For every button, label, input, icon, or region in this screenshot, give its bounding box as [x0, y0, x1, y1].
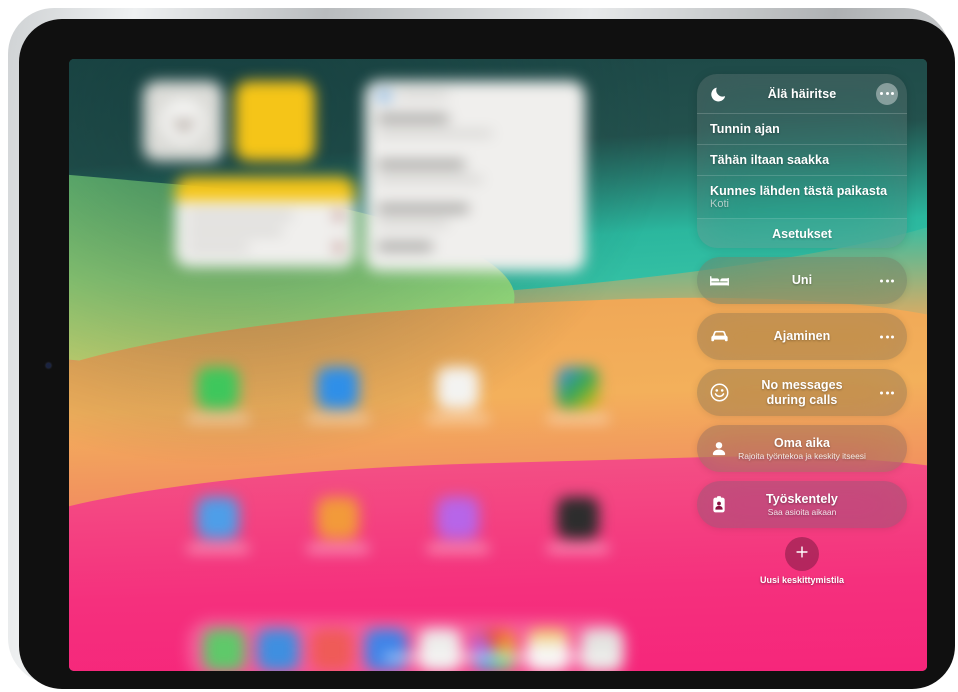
app-label	[547, 545, 609, 552]
focus-mode-text: Uni	[762, 273, 842, 288]
app-label	[307, 545, 369, 552]
app-label	[187, 415, 249, 422]
focus-option-sublabel: Koti	[710, 198, 729, 210]
focus-settings-button[interactable]: Asetukset	[697, 219, 907, 248]
dock-app-icon	[527, 629, 569, 671]
app-icon	[197, 497, 239, 539]
app-label	[307, 415, 369, 422]
new-focus-button[interactable]	[785, 537, 819, 571]
dock-app-icon	[473, 629, 515, 671]
focus-mode-title-line1: No messages	[761, 377, 843, 392]
app-icon	[437, 497, 479, 539]
focus-option-one-hour[interactable]: Tunnin ajan	[697, 114, 907, 145]
focus-mode-no-messages-during-calls[interactable]: No messages during calls	[697, 369, 907, 416]
focus-mode-text: Ajaminen	[744, 329, 861, 344]
ipad-device: Älä häiritse Tunnin ajan Tähän iltaan sa…	[8, 8, 955, 689]
focus-option-label: Kunnes lähden tästä paikasta	[710, 184, 888, 198]
focus-active-card-do-not-disturb: Älä häiritse Tunnin ajan Tähän iltaan sa…	[697, 74, 907, 248]
focus-mode-tyoskentely[interactable]: Työskentely Saa asioita aikaan	[697, 481, 907, 528]
focus-mode-ajaminen[interactable]: Ajaminen	[697, 313, 907, 360]
widget-calendar	[365, 81, 585, 271]
focus-option-label: Tunnin ajan	[710, 122, 780, 136]
focus-mode-title: Uni	[791, 273, 813, 288]
app-label	[427, 415, 489, 422]
focus-mode-text: Työskentely Saa asioita aikaan	[736, 492, 868, 517]
front-camera	[46, 363, 51, 368]
focus-settings-label: Asetukset	[772, 226, 832, 241]
focus-option-until-leave-location[interactable]: Kunnes lähden tästä paikasta Koti	[697, 176, 907, 219]
dock-app-icon	[311, 629, 353, 671]
bed-icon	[708, 270, 730, 292]
focus-mode-subtitle: Rajoita työntekoa ja keskity itseesi	[738, 451, 866, 462]
new-focus-label: Uusi keskittymistila	[759, 575, 845, 585]
app-icon	[317, 497, 359, 539]
focus-mode-more-button[interactable]	[880, 391, 894, 394]
app-label	[547, 415, 609, 422]
focus-mode-uni[interactable]: Uni	[697, 257, 907, 304]
focus-mode-text: No messages during calls	[731, 378, 872, 408]
person-icon	[708, 438, 730, 460]
dock-app-icon	[581, 629, 623, 671]
widget-reminders	[175, 177, 355, 267]
app-label	[427, 545, 489, 552]
app-icon	[317, 367, 359, 409]
widget-app-shortcut	[143, 81, 223, 161]
device-bezel: Älä häiritse Tunnin ajan Tähän iltaan sa…	[19, 19, 955, 689]
moon-icon	[710, 85, 727, 102]
plus-icon	[794, 544, 810, 565]
focus-mode-title: Ajaminen	[773, 329, 831, 344]
focus-mode-subtitle: Saa asioita aikaan	[767, 507, 837, 518]
focus-option-label: Tähän iltaan saakka	[710, 153, 830, 167]
focus-active-header[interactable]: Älä häiritse	[697, 74, 907, 114]
dock-app-icon	[365, 629, 407, 671]
app-icon	[437, 367, 479, 409]
focus-mode-more-button[interactable]	[880, 335, 894, 338]
app-label	[187, 545, 249, 552]
app-icon	[557, 367, 599, 409]
home-indicator	[384, 655, 619, 660]
ipad-screen: Älä häiritse Tunnin ajan Tähän iltaan sa…	[69, 59, 927, 671]
dock-app-icon	[257, 629, 299, 671]
focus-mode-oma-aika[interactable]: Oma aika Rajoita työntekoa ja keskity it…	[697, 425, 907, 472]
focus-mode-title: Työskentely	[766, 491, 838, 506]
id-badge-icon	[708, 494, 730, 516]
focus-mode-text: Oma aika Rajoita työntekoa ja keskity it…	[708, 436, 896, 461]
focus-mode-title: Oma aika	[774, 435, 830, 450]
focus-control-panel: Älä häiritse Tunnin ajan Tähän iltaan sa…	[697, 74, 907, 585]
app-icon	[197, 367, 239, 409]
dock-app-icon	[203, 629, 245, 671]
app-icon	[557, 497, 599, 539]
focus-active-title: Älä häiritse	[767, 86, 837, 101]
focus-mode-more-button[interactable]	[880, 279, 894, 282]
car-icon	[708, 326, 730, 348]
focus-active-more-button[interactable]	[876, 82, 898, 105]
new-focus-section: Uusi keskittymistila	[697, 537, 907, 585]
focus-mode-title-line2: during calls	[766, 392, 838, 407]
smiley-icon	[708, 382, 730, 404]
widget-notes-small	[235, 81, 315, 161]
dock-app-icon	[419, 629, 461, 671]
focus-option-until-evening[interactable]: Tähän iltaan saakka	[697, 145, 907, 176]
